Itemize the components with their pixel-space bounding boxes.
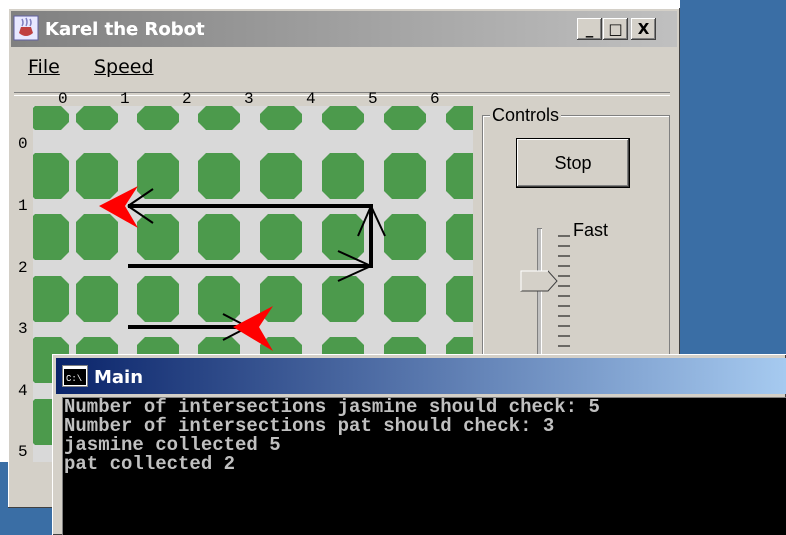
column-label: 4: [306, 90, 316, 104]
maximize-button[interactable]: □: [603, 18, 628, 40]
console-title: Main: [94, 367, 144, 388]
console-output[interactable]: Number of intersections jasmine should c…: [62, 397, 786, 535]
arrow-head-4: [370, 205, 386, 237]
row-label: 5: [18, 443, 28, 461]
menu-speed-label: Speed: [94, 56, 154, 78]
row-label: 0: [18, 135, 28, 153]
speed-fast-label: Fast: [573, 220, 609, 240]
column-label: 0: [58, 90, 68, 104]
console-title-bar[interactable]: C:\ Main: [56, 358, 786, 394]
menu-file-label: File: [28, 56, 60, 78]
row-label: 1: [18, 197, 28, 215]
row-label: 3: [18, 320, 28, 338]
column-label: 2: [182, 90, 192, 104]
column-label: 1: [120, 90, 130, 104]
controls-label: Controls: [490, 105, 562, 126]
java-app-icon: [13, 15, 39, 41]
column-label: 5: [368, 90, 378, 104]
console-window: C:\ Main Number of intersections jasmine…: [52, 354, 786, 535]
menu-file[interactable]: File: [28, 56, 60, 78]
column-label: 3: [244, 90, 254, 104]
window-title: Karel the Robot: [45, 19, 205, 40]
console-icon: C:\: [62, 365, 88, 387]
column-label: 6: [430, 90, 440, 104]
console-lines: Number of intersections jasmine should c…: [64, 398, 600, 474]
arrow-head-5: [337, 250, 372, 267]
stop-button[interactable]: Stop: [517, 139, 629, 187]
row-label: 4: [18, 382, 28, 400]
svg-text:C:\: C:\: [66, 374, 82, 384]
console-line: pat collected 2: [64, 453, 236, 475]
robot-pat: [233, 306, 273, 351]
karel-title-bar[interactable]: Karel the Robot _ □ X: [11, 11, 677, 47]
row-label: 2: [18, 259, 28, 277]
minimize-button[interactable]: _: [577, 18, 602, 40]
menu-separator: [14, 92, 670, 96]
menu-speed[interactable]: Speed: [94, 56, 154, 78]
close-button[interactable]: X: [631, 18, 656, 40]
arrow-head-6: [337, 265, 372, 282]
speed-slider-thumb[interactable]: [520, 270, 558, 292]
jasmine-path: [128, 204, 373, 268]
